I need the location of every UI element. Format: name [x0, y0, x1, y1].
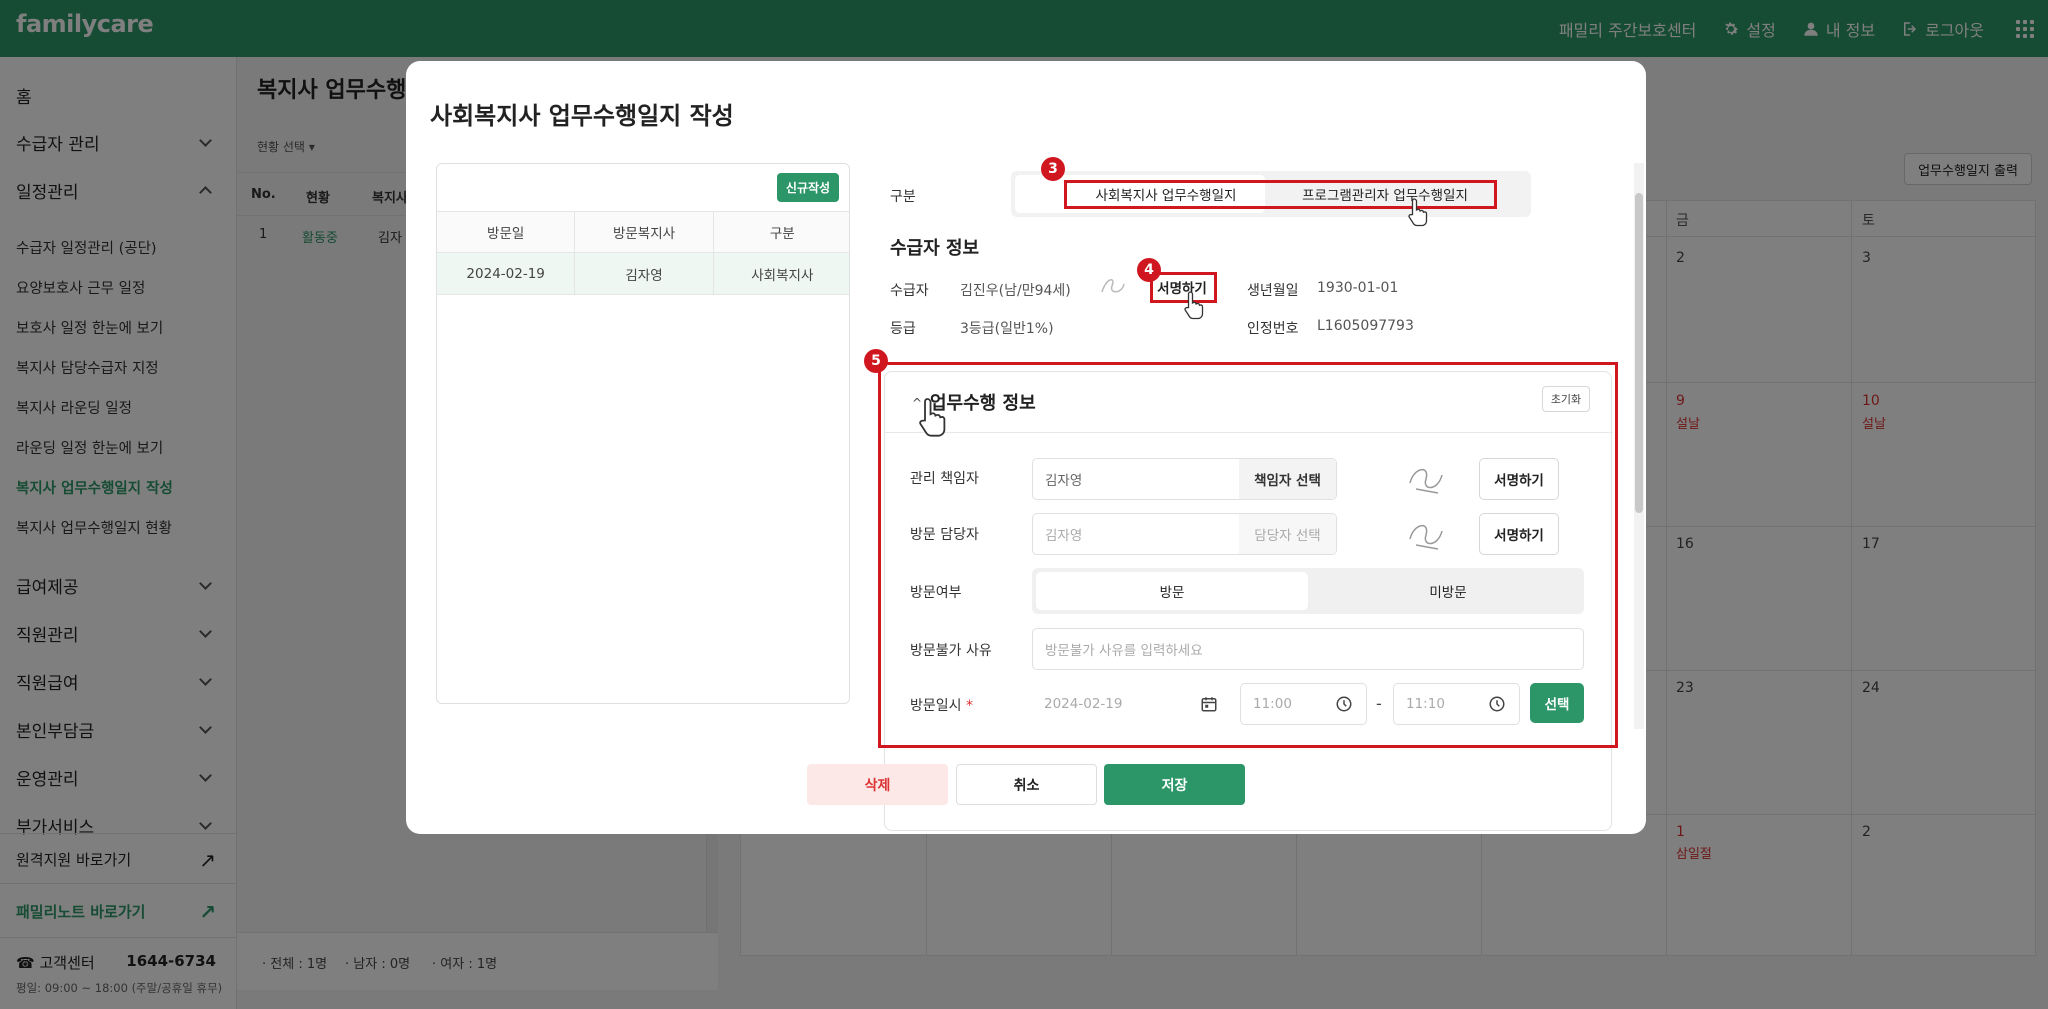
col-header: 방문복지사: [575, 212, 714, 252]
cert-label: 인정번호: [1247, 321, 1299, 337]
birth-label: 생년월일: [1247, 283, 1299, 299]
annotation-box-3: [1064, 180, 1497, 209]
annotation-badge-4: 4: [1137, 258, 1161, 282]
delete-button[interactable]: 삭제: [807, 764, 948, 805]
grade-value: 3등급(일반1%): [960, 321, 1054, 337]
modal-title: 사회복지사 업무수행일지 작성: [430, 102, 734, 130]
annotation-box-5: [878, 362, 1618, 748]
cancel-button[interactable]: 취소: [956, 764, 1097, 805]
modal-scrollbar-thumb[interactable]: [1635, 193, 1643, 513]
cert-value: L1605097793: [1317, 318, 1414, 334]
grade-label: 등급: [890, 321, 916, 337]
col-header: 방문일: [437, 212, 576, 252]
log-list-header: 방문일 방문복지사 구분: [437, 211, 849, 253]
recipient-value: 김진우(남/만94세): [960, 283, 1071, 299]
signature-image: [1101, 279, 1125, 293]
birth-value: 1930-01-01: [1317, 280, 1399, 296]
recipient-label: 수급자: [890, 283, 929, 299]
log-list-panel: 신규작성 방문일 방문복지사 구분 2024-02-19 김자영 사회복지사: [436, 163, 850, 704]
table-cell: 사회복지사: [751, 267, 814, 284]
type-label: 구분: [890, 189, 916, 205]
annotation-badge-3: 3: [1041, 157, 1065, 181]
new-entry-button[interactable]: 신규작성: [777, 173, 839, 202]
save-button[interactable]: 저장: [1104, 764, 1245, 805]
annotation-badge-5: 5: [864, 349, 888, 373]
hand-pointer-icon: [919, 398, 946, 437]
hand-pointer-icon: [1408, 198, 1428, 227]
hand-pointer-icon: [1184, 291, 1204, 320]
table-cell: 2024-02-19: [437, 253, 576, 294]
table-cell: 김자영: [575, 253, 714, 294]
table-row[interactable]: 2024-02-19 김자영 사회복지사: [437, 253, 849, 295]
work-log-modal: 사회복지사 업무수행일지 작성 신규작성 방문일 방문복지사 구분 2024-0…: [406, 61, 1646, 834]
col-header: 구분: [769, 226, 795, 242]
recipient-section-title: 수급자 정보: [890, 238, 980, 259]
